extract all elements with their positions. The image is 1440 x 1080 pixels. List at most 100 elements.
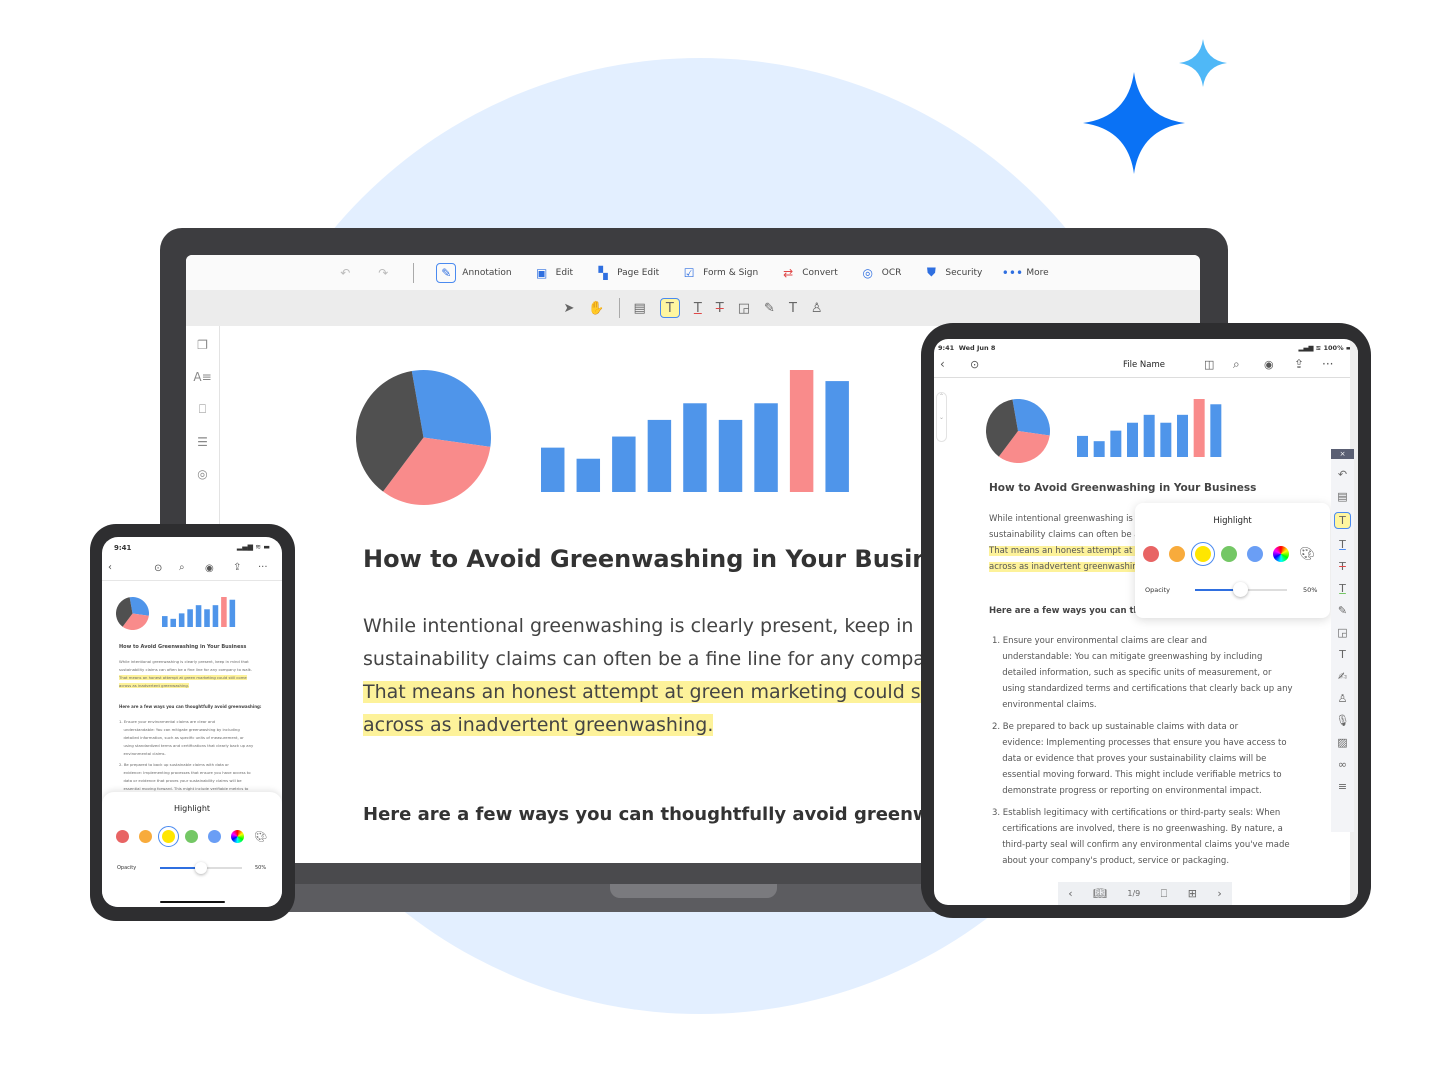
page-indicator: 1/9 [1127,889,1141,898]
more-icon[interactable]: ··· [1322,357,1333,371]
back-icon[interactable]: ‹ [108,562,112,573]
close-icon[interactable]: × [1331,449,1354,459]
image-icon[interactable]: ▨ [1337,736,1347,749]
hand-icon[interactable]: ✋ [588,301,604,316]
highlight-panel: Highlight 🎨︎ Opacity 50% [102,792,282,907]
color-swatch[interactable] [1191,542,1215,566]
text-icon[interactable]: T [789,301,797,316]
color-swatch[interactable] [185,830,198,843]
strikethrough-icon[interactable]: T [1339,560,1346,573]
link-icon[interactable]: ∞ [1338,758,1347,771]
stamp-icon[interactable]: ♙ [811,301,823,316]
prev-page-icon[interactable]: ‹ [1068,887,1072,900]
squiggly-icon[interactable]: T [1339,582,1346,595]
color-swatch[interactable] [208,830,221,843]
palette-icon[interactable]: 🎨︎ [1299,547,1315,562]
pen-icon: ✎ [436,262,457,283]
eye-icon[interactable]: ◉ [205,563,214,574]
tab-annotation[interactable]: ✎ Annotation [436,262,512,283]
read-aloud-icon[interactable]: ◫ [1204,358,1214,371]
bar [825,381,849,492]
undo-icon[interactable]: ↶ [337,265,353,281]
document-list: 1. Ensure your environmental claims are … [992,633,1293,875]
pencil-icon[interactable]: ✎ [764,301,775,316]
back-icon[interactable]: ‹ [940,357,945,371]
page-scroller[interactable]: ⌃ ⌄ [936,392,947,442]
strikethrough-icon[interactable]: T [716,301,724,316]
palette-icon[interactable]: 🎨︎ [254,830,267,843]
pages-icon[interactable]: ❐ [197,338,208,352]
color-swatch[interactable] [1247,546,1263,562]
undo-icon[interactable]: ↶ [1338,468,1347,481]
outline-icon[interactable]: ☰ [197,435,208,449]
color-swatch[interactable] [116,830,129,843]
text-icon[interactable]: T [1339,648,1346,661]
underline-icon[interactable]: T [694,301,702,316]
pencil-icon[interactable]: ✎ [1338,604,1347,617]
highlighted-text[interactable]: That means an honest attempt at green ma… [363,681,1003,703]
color-wheel-icon[interactable] [1273,546,1289,562]
opacity-slider[interactable] [160,862,242,874]
underline-icon[interactable]: T [1339,538,1346,551]
share-icon[interactable]: ⇪ [1294,357,1304,371]
redo-icon[interactable]: ↷ [375,265,391,281]
select-icon[interactable]: ➤ [563,301,574,316]
search-icon[interactable]: ⌕ [1233,357,1240,372]
signature-icon[interactable]: ✍ [1338,670,1347,683]
tab-security[interactable]: ⛊ Security [923,265,982,281]
bookmark-icon[interactable]: ⎕ [199,402,206,417]
document-body: While intentional greenwashing is clearl… [119,659,253,688]
location-icon[interactable]: ⊙ [154,563,162,574]
menu-icon[interactable]: ≡ [1338,780,1347,793]
shape-icon[interactable]: ◲ [1337,626,1347,639]
tab-ocr[interactable]: ◎ OCR [860,265,902,281]
pie-slice-blue [129,597,149,616]
color-swatch[interactable] [139,830,152,843]
tablet-nav-bar: ‹ ⊙ File Name ◫ ⌕ ◉ ⇪ ··· [934,355,1358,378]
bar [1193,399,1205,457]
location-icon[interactable]: ⊙ [970,358,979,371]
file-name: File Name [1123,360,1166,370]
search-icon[interactable]: ⌕ [179,562,185,573]
bar [1127,422,1138,457]
convert-icon: ⇄ [783,265,794,280]
ocr-side-icon[interactable]: ◎ [197,467,207,481]
bar [1077,435,1088,457]
color-swatch[interactable] [1221,546,1237,562]
opacity-slider[interactable] [1195,582,1287,597]
tab-more[interactable]: ••• More [1002,265,1049,281]
bar [576,458,601,492]
color-wheel-icon[interactable] [231,830,244,843]
tab-form-sign[interactable]: ☑ Form & Sign [681,265,758,281]
microphone-icon[interactable]: 🎙︎ [1336,714,1350,727]
pie-chart [116,597,149,630]
annotation-side-toolbar: × ↶ ▤ T T T T ✎ ◲ T ✍ ♙ 🎙︎ ▨ ∞ ≡ [1331,449,1354,832]
bar-chart [1077,399,1222,457]
eye-icon[interactable]: ◉ [1264,358,1274,371]
more-icon[interactable]: ··· [258,562,268,573]
highlight-icon[interactable]: T [659,298,680,318]
bar [789,370,814,492]
text-size-icon[interactable]: A≡ [193,370,211,384]
document-title: How to Avoid Greenwashing in Your Busine… [989,482,1257,494]
highlight-icon[interactable]: T [1334,512,1351,529]
tab-edit[interactable]: ▣ Edit [534,265,573,281]
stamp-icon[interactable]: ♙ [1338,692,1348,705]
book-icon[interactable]: 📖︎ [1093,887,1107,900]
tab-convert[interactable]: ⇄ Convert [780,265,838,281]
note-icon[interactable]: ▤ [1337,490,1347,503]
list-item: 2. Be prepared to back up sustainable cl… [992,722,1287,796]
text-box-icon: ▣ [535,265,548,280]
bar [170,618,177,627]
tab-page-edit[interactable]: ▚ Page Edit [595,265,659,281]
color-swatch[interactable] [1143,546,1159,562]
bookmark-icon[interactable]: ⎕ [1161,887,1168,901]
note-icon[interactable]: ▤ [634,301,646,316]
color-swatch[interactable] [1169,546,1185,562]
next-page-icon[interactable]: › [1217,887,1221,900]
shape-icon[interactable]: ◲ [738,301,750,316]
share-icon[interactable]: ⇪ [233,562,241,573]
thumbnails-icon[interactable]: ⊞ [1188,887,1197,900]
highlighted-text[interactable]: across as inadvertent greenwashing. [363,714,714,736]
color-swatch[interactable] [158,826,179,847]
